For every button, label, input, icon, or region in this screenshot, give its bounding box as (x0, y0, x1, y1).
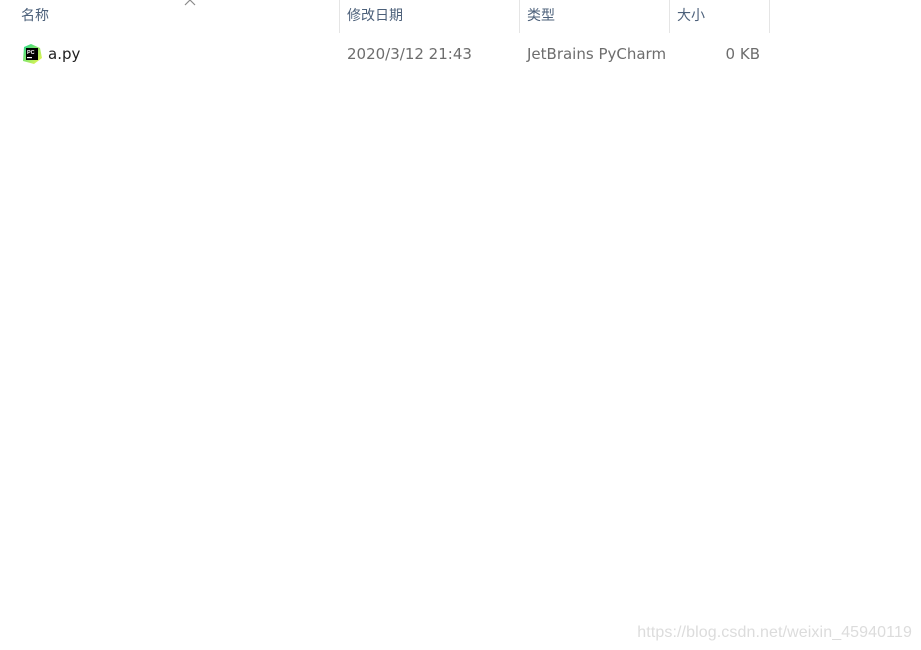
file-name: a.py (48, 45, 81, 63)
column-header-date-modified[interactable]: 修改日期 (340, 0, 520, 33)
pycharm-file-icon: PC (23, 44, 42, 64)
column-header-row: 名称 修改日期 类型 大小 (0, 0, 770, 33)
column-header-date-modified-label: 修改日期 (347, 8, 403, 24)
column-header-type[interactable]: 类型 (520, 0, 670, 33)
column-header-name[interactable]: 名称 (14, 0, 340, 33)
file-date-modified: 2020/3/12 21:43 (347, 45, 472, 63)
column-header-type-label: 类型 (527, 8, 555, 24)
file-explorer-view: 名称 修改日期 类型 大小 PC a.py 2020/3/12 21:43 Je… (0, 0, 921, 650)
chevron-up-icon (184, 0, 196, 6)
svg-text:PC: PC (27, 50, 35, 56)
file-size: 0 KB (725, 45, 760, 63)
file-type: JetBrains PyCharm (527, 45, 667, 63)
file-row[interactable]: PC a.py 2020/3/12 21:43 JetBrains PyChar… (14, 38, 770, 70)
column-header-size-label: 大小 (677, 8, 705, 24)
column-header-name-label: 名称 (21, 8, 49, 24)
watermark-text: https://blog.csdn.net/weixin_45940119 (637, 624, 912, 641)
column-header-size[interactable]: 大小 (670, 0, 770, 33)
